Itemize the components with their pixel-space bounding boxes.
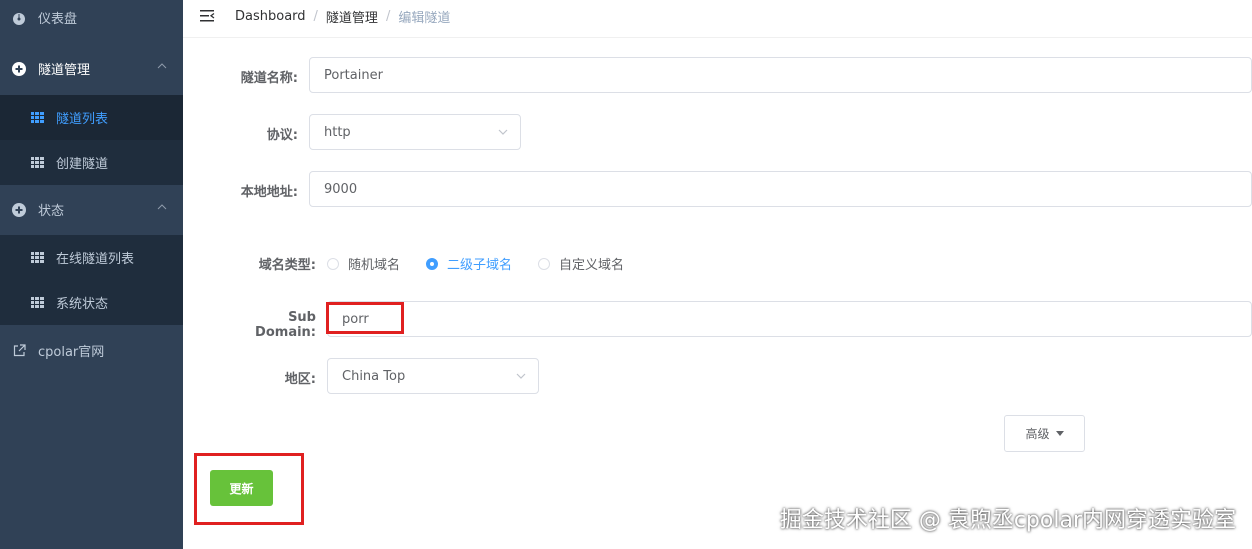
sidebar-item-status[interactable]: 状态 <box>0 187 183 232</box>
tunnel-name-input[interactable]: Portainer <box>309 57 1252 93</box>
breadcrumb: Dashboard / 隧道管理 / 编辑隧道 <box>235 7 451 26</box>
subdomain-label: Sub Domain: <box>255 310 316 340</box>
grid-icon <box>30 156 44 170</box>
sidebar-item-label: cpolar官网 <box>38 345 105 360</box>
sidebar-item-dashboard[interactable]: 仪表盘 <box>0 0 183 40</box>
sidebar: 仪表盘 隧道管理 隧道列表 创建隧道 状态 在线隧道列表 系统状态 cpolar… <box>0 0 183 549</box>
caret-down-icon <box>1055 431 1064 436</box>
sidebar-item-create-tunnel[interactable]: 创建隧道 <box>0 140 183 185</box>
plus-circle-icon <box>12 202 26 217</box>
breadcrumb-edit-tunnel: 编辑隧道 <box>398 11 451 26</box>
region-select[interactable]: China Top <box>327 358 539 394</box>
dashboard-icon <box>12 11 26 25</box>
external-link-icon <box>12 344 26 358</box>
sidebar-item-label: 系统状态 <box>56 297 109 312</box>
radio-random-domain[interactable]: 随机域名 <box>327 254 400 273</box>
update-button[interactable]: 更新 <box>210 470 273 506</box>
local-address-input[interactable]: 9000 <box>309 171 1252 207</box>
chevron-up-icon <box>157 204 167 210</box>
highlight-box-subdomain <box>326 302 404 334</box>
grid-icon <box>30 111 44 125</box>
sidebar-item-tunnel-management[interactable]: 隧道管理 <box>0 46 183 91</box>
grid-icon <box>30 296 44 310</box>
region-label: 地区: <box>284 372 316 387</box>
grid-icon <box>30 251 44 265</box>
plus-circle-icon <box>12 61 26 76</box>
sidebar-item-online-tunnels[interactable]: 在线隧道列表 <box>0 235 183 280</box>
top-bar: Dashboard / 隧道管理 / 编辑隧道 <box>183 0 1252 38</box>
sidebar-item-system-status[interactable]: 系统状态 <box>0 280 183 325</box>
breadcrumb-dashboard[interactable]: Dashboard <box>235 9 306 24</box>
domain-type-label: 域名类型: <box>258 258 316 273</box>
tunnel-name-label: 隧道名称: <box>240 71 298 86</box>
protocol-label: 协议: <box>266 128 298 143</box>
subdomain-input[interactable]: porr <box>327 301 1252 337</box>
watermark: 掘金技术社区 @ 袁煦丞cpolar内网穿透实验室 <box>779 508 1236 533</box>
radio-subdomain[interactable]: 二级子域名 <box>426 254 512 273</box>
chevron-down-icon <box>516 373 526 379</box>
sidebar-item-tunnel-list[interactable]: 隧道列表 <box>0 95 183 140</box>
advanced-button[interactable]: 高级 <box>1004 415 1085 452</box>
radio-custom-domain[interactable]: 自定义域名 <box>538 254 624 273</box>
chevron-down-icon <box>498 129 508 135</box>
sidebar-item-cpolar-site[interactable]: cpolar官网 <box>0 328 183 373</box>
sidebar-item-label: 隧道列表 <box>56 112 109 127</box>
local-address-label: 本地地址: <box>240 185 298 200</box>
sidebar-item-label: 在线隧道列表 <box>56 252 135 267</box>
sidebar-item-label: 状态 <box>38 204 65 219</box>
sidebar-item-label: 隧道管理 <box>38 63 91 78</box>
sidebar-item-label: 仪表盘 <box>38 12 78 27</box>
sidebar-item-label: 创建隧道 <box>56 157 109 172</box>
hamburger-icon[interactable] <box>199 8 215 24</box>
chevron-up-icon <box>157 63 167 69</box>
domain-type-radio-group: 随机域名 二级子域名 自定义域名 <box>327 254 650 273</box>
protocol-select[interactable]: http <box>309 114 521 150</box>
breadcrumb-tunnel-management[interactable]: 隧道管理 <box>326 7 378 26</box>
